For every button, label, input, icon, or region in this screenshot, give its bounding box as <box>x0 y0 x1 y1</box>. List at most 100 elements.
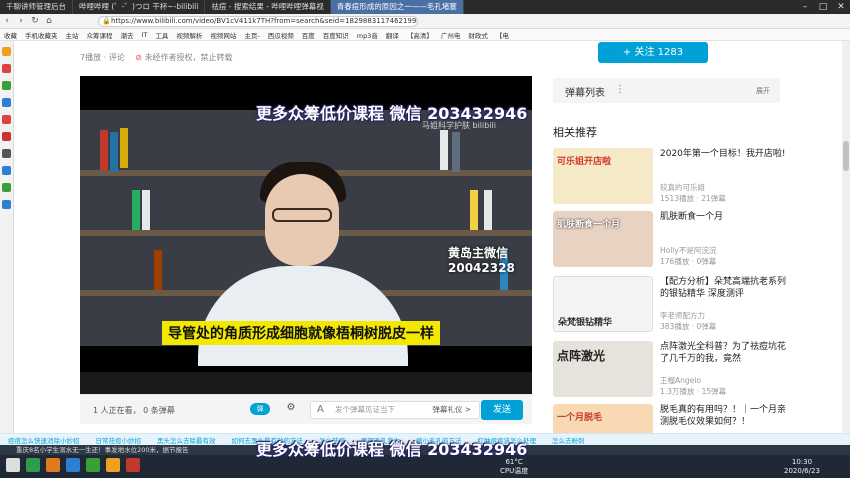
tag-link[interactable]: 痘痘怎么快速消除小妙招 <box>0 435 88 445</box>
related-thumbnail[interactable]: 可乐姐开店啦 <box>553 148 653 204</box>
window-controls: – □ ✕ <box>796 0 850 14</box>
screen: 千聊讲师管理后台 哔哩哔哩 (゜-゜)つロ 干杯~-bilibili 祛痘 - … <box>0 0 850 478</box>
bookmark-item[interactable]: 西瓜视频 <box>264 30 298 40</box>
bookmark-item[interactable]: 广州电 <box>437 30 465 40</box>
bookmark-item[interactable]: 百度知识 <box>319 30 353 40</box>
related-thumbnail[interactable]: 一个月脱毛 <box>553 404 653 433</box>
url-field[interactable]: 🔒 https://www.bilibili.com/video/BV1cV41… <box>98 16 418 27</box>
page-scrollbar[interactable] <box>842 41 850 433</box>
related-card-uploader[interactable]: 李老师配方力 <box>660 310 705 321</box>
follow-button[interactable]: + 关注 1283 <box>598 42 708 63</box>
app-icon[interactable] <box>86 458 100 472</box>
viewer-count: 1 人正在看， 0 条弹幕 <box>93 406 175 415</box>
start-icon[interactable] <box>6 458 20 472</box>
promo-banner-top: 更多众筹低价课程 微信 203432946 <box>256 104 528 123</box>
app-icon[interactable] <box>66 458 80 472</box>
scrollbar-thumb[interactable] <box>843 141 849 171</box>
bookmark-item[interactable]: 众筹课程 <box>83 30 117 40</box>
related-card-title[interactable]: 2020年第一个目标！我开店啦! <box>660 148 786 160</box>
send-button[interactable]: 发送 <box>481 400 523 420</box>
bookmark-item[interactable]: mp3音 <box>353 30 382 40</box>
bookmark-item[interactable]: 收藏 <box>0 30 21 40</box>
app-icon[interactable] <box>126 458 140 472</box>
bookmark-item[interactable]: 主页- <box>240 30 263 40</box>
app-icon[interactable] <box>2 81 11 90</box>
bookmark-item[interactable]: 百度 <box>298 30 319 40</box>
related-card[interactable]: 可乐姐开店啦 2020年第一个目标！我开店啦! 较真的可乐姐 1513播放 · … <box>553 148 813 208</box>
url-text: https://www.bilibili.com/video/BV1cV411k… <box>111 17 418 25</box>
bookmark-item[interactable]: 视频网站 <box>206 30 240 40</box>
minimize-icon[interactable]: – <box>796 0 814 14</box>
bookmark-item[interactable]: 【电 <box>492 30 513 40</box>
bookmark-item[interactable]: 视频解析 <box>172 30 206 40</box>
related-card-uploader[interactable]: 王榴Angelo <box>660 375 701 386</box>
thumbnail-caption: 点阵激光 <box>557 349 606 363</box>
related-card-title[interactable]: 【配方分析】朵梵高端抗老系列的银钻精华 深度测评 <box>660 276 786 300</box>
bookmark-bar: 收藏 手机收藏夹 主站 众筹课程 潮去 IT 工具 视频解析 视频网站 主页- … <box>0 29 850 41</box>
related-card[interactable]: 点阵激光 点阵激光全科普？为了祛痘坑花了几千万的我，竟然 王榴Angelo 1.… <box>553 341 813 401</box>
danmaku-settings-icon[interactable]: ⚙ <box>284 402 298 416</box>
tag-link[interactable]: 怎么去粉刺 <box>544 435 593 445</box>
bookmark-item[interactable]: 【高清】 <box>403 30 437 40</box>
app-icon[interactable] <box>46 458 60 472</box>
browser-tab-strip: 千聊讲师管理后台 哔哩哔哩 (゜-゜)つロ 干杯~-bilibili 祛痘 - … <box>0 0 850 14</box>
app-icon[interactable] <box>2 115 11 124</box>
star-icon[interactable] <box>2 47 11 56</box>
browser-tab[interactable]: 祛痘 - 搜索结果 - 哔哩哔哩弹幕视 <box>205 0 331 14</box>
browser-tab[interactable]: 千聊讲师管理后台 <box>0 0 73 14</box>
book <box>484 190 492 230</box>
app-icon[interactable] <box>2 200 11 209</box>
tag-link[interactable]: 黑头怎么去除最有效 <box>149 435 224 445</box>
related-card-title[interactable]: 点阵激光全科普？为了祛痘坑花了几千万的我，竟然 <box>660 341 786 365</box>
book <box>110 132 118 172</box>
related-title: 相关推荐 <box>553 126 597 139</box>
bookmark-item[interactable]: 工具 <box>151 30 172 40</box>
related-card-title[interactable]: 脱毛真的有用吗？！｜一个月亲测脱毛仪效果如何？！ <box>660 404 786 428</box>
bookmark-item[interactable]: 潮去 <box>117 30 138 40</box>
browser-tab-active[interactable]: 青春痘形成的原因之一——毛孔堵塞 <box>330 0 464 14</box>
bookmark-item[interactable]: 主站 <box>62 30 83 40</box>
app-icon[interactable] <box>106 458 120 472</box>
more-icon[interactable]: ⋮ <box>615 84 625 95</box>
app-icon[interactable] <box>26 458 40 472</box>
player-control-bar[interactable] <box>80 372 532 394</box>
danmaku-list-header[interactable]: 弹幕列表 ⋮ 展开 <box>553 78 780 103</box>
app-icon[interactable] <box>2 132 11 141</box>
bookmark-item[interactable]: 财政式 <box>464 30 492 40</box>
maximize-icon[interactable]: □ <box>814 0 832 14</box>
no-repost-icon: ⊘ <box>135 53 142 62</box>
home-icon[interactable]: ⌂ <box>42 14 56 28</box>
font-style-icon[interactable]: A <box>317 402 324 418</box>
close-icon[interactable]: ✕ <box>832 0 850 14</box>
refresh-icon[interactable]: ↻ <box>28 14 42 28</box>
back-icon[interactable]: ‹ <box>0 14 14 28</box>
system-clock[interactable]: 10:30 2020/6/23 <box>784 458 820 476</box>
related-card-title[interactable]: 肌肤断食一个月 <box>660 211 786 223</box>
related-card-uploader[interactable]: Holly不是阿浣浣 <box>660 245 716 256</box>
danmaku-etiquette-link[interactable]: 弹幕礼仪 > <box>432 402 471 418</box>
video-meta: 7播放 · 评论 ⊘ 未经作者授权，禁止转载 <box>80 52 233 63</box>
related-card[interactable]: 一个月脱毛 脱毛真的有用吗？！｜一个月亲测脱毛仪效果如何？！ <box>553 404 813 433</box>
danmaku-input[interactable]: A 发个弹幕见证当下 弹幕礼仪 > <box>310 401 480 419</box>
bookmark-item[interactable]: 翻译 <box>382 30 403 40</box>
app-icon[interactable] <box>2 183 11 192</box>
danmaku-toggle[interactable]: 弹 <box>250 403 270 415</box>
browser-tab[interactable]: 哔哩哔哩 (゜-゜)つロ 干杯~-bilibili <box>73 0 206 14</box>
related-card-uploader[interactable]: 较真的可乐姐 <box>660 182 705 193</box>
bookmark-item[interactable]: 手机收藏夹 <box>21 30 62 40</box>
book <box>100 130 108 170</box>
forward-icon[interactable]: › <box>14 14 28 28</box>
app-icon[interactable] <box>2 166 11 175</box>
address-bar: ‹ › ↻ ⌂ 🔒 https://www.bilibili.com/video… <box>0 14 850 29</box>
bookmark-item[interactable]: IT <box>138 31 152 39</box>
app-icon[interactable] <box>2 149 11 158</box>
related-thumbnail[interactable]: 肌肤断食一个月 <box>553 211 653 267</box>
expand-link[interactable]: 展开 <box>756 86 770 96</box>
app-icon[interactable] <box>2 98 11 107</box>
related-card[interactable]: 肌肤断食一个月 肌肤断食一个月 Holly不是阿浣浣 176播放 · 0弹幕 <box>553 211 813 271</box>
related-thumbnail[interactable]: 点阵激光 <box>553 341 653 397</box>
weibo-icon[interactable] <box>2 64 11 73</box>
related-thumbnail[interactable]: 朵梵银钻精华 <box>553 276 653 332</box>
related-card[interactable]: 朵梵银钻精华 【配方分析】朵梵高端抗老系列的银钻精华 深度测评 李老师配方力 3… <box>553 276 813 336</box>
tag-link[interactable]: 日常祛痘小妙招 <box>88 435 150 445</box>
